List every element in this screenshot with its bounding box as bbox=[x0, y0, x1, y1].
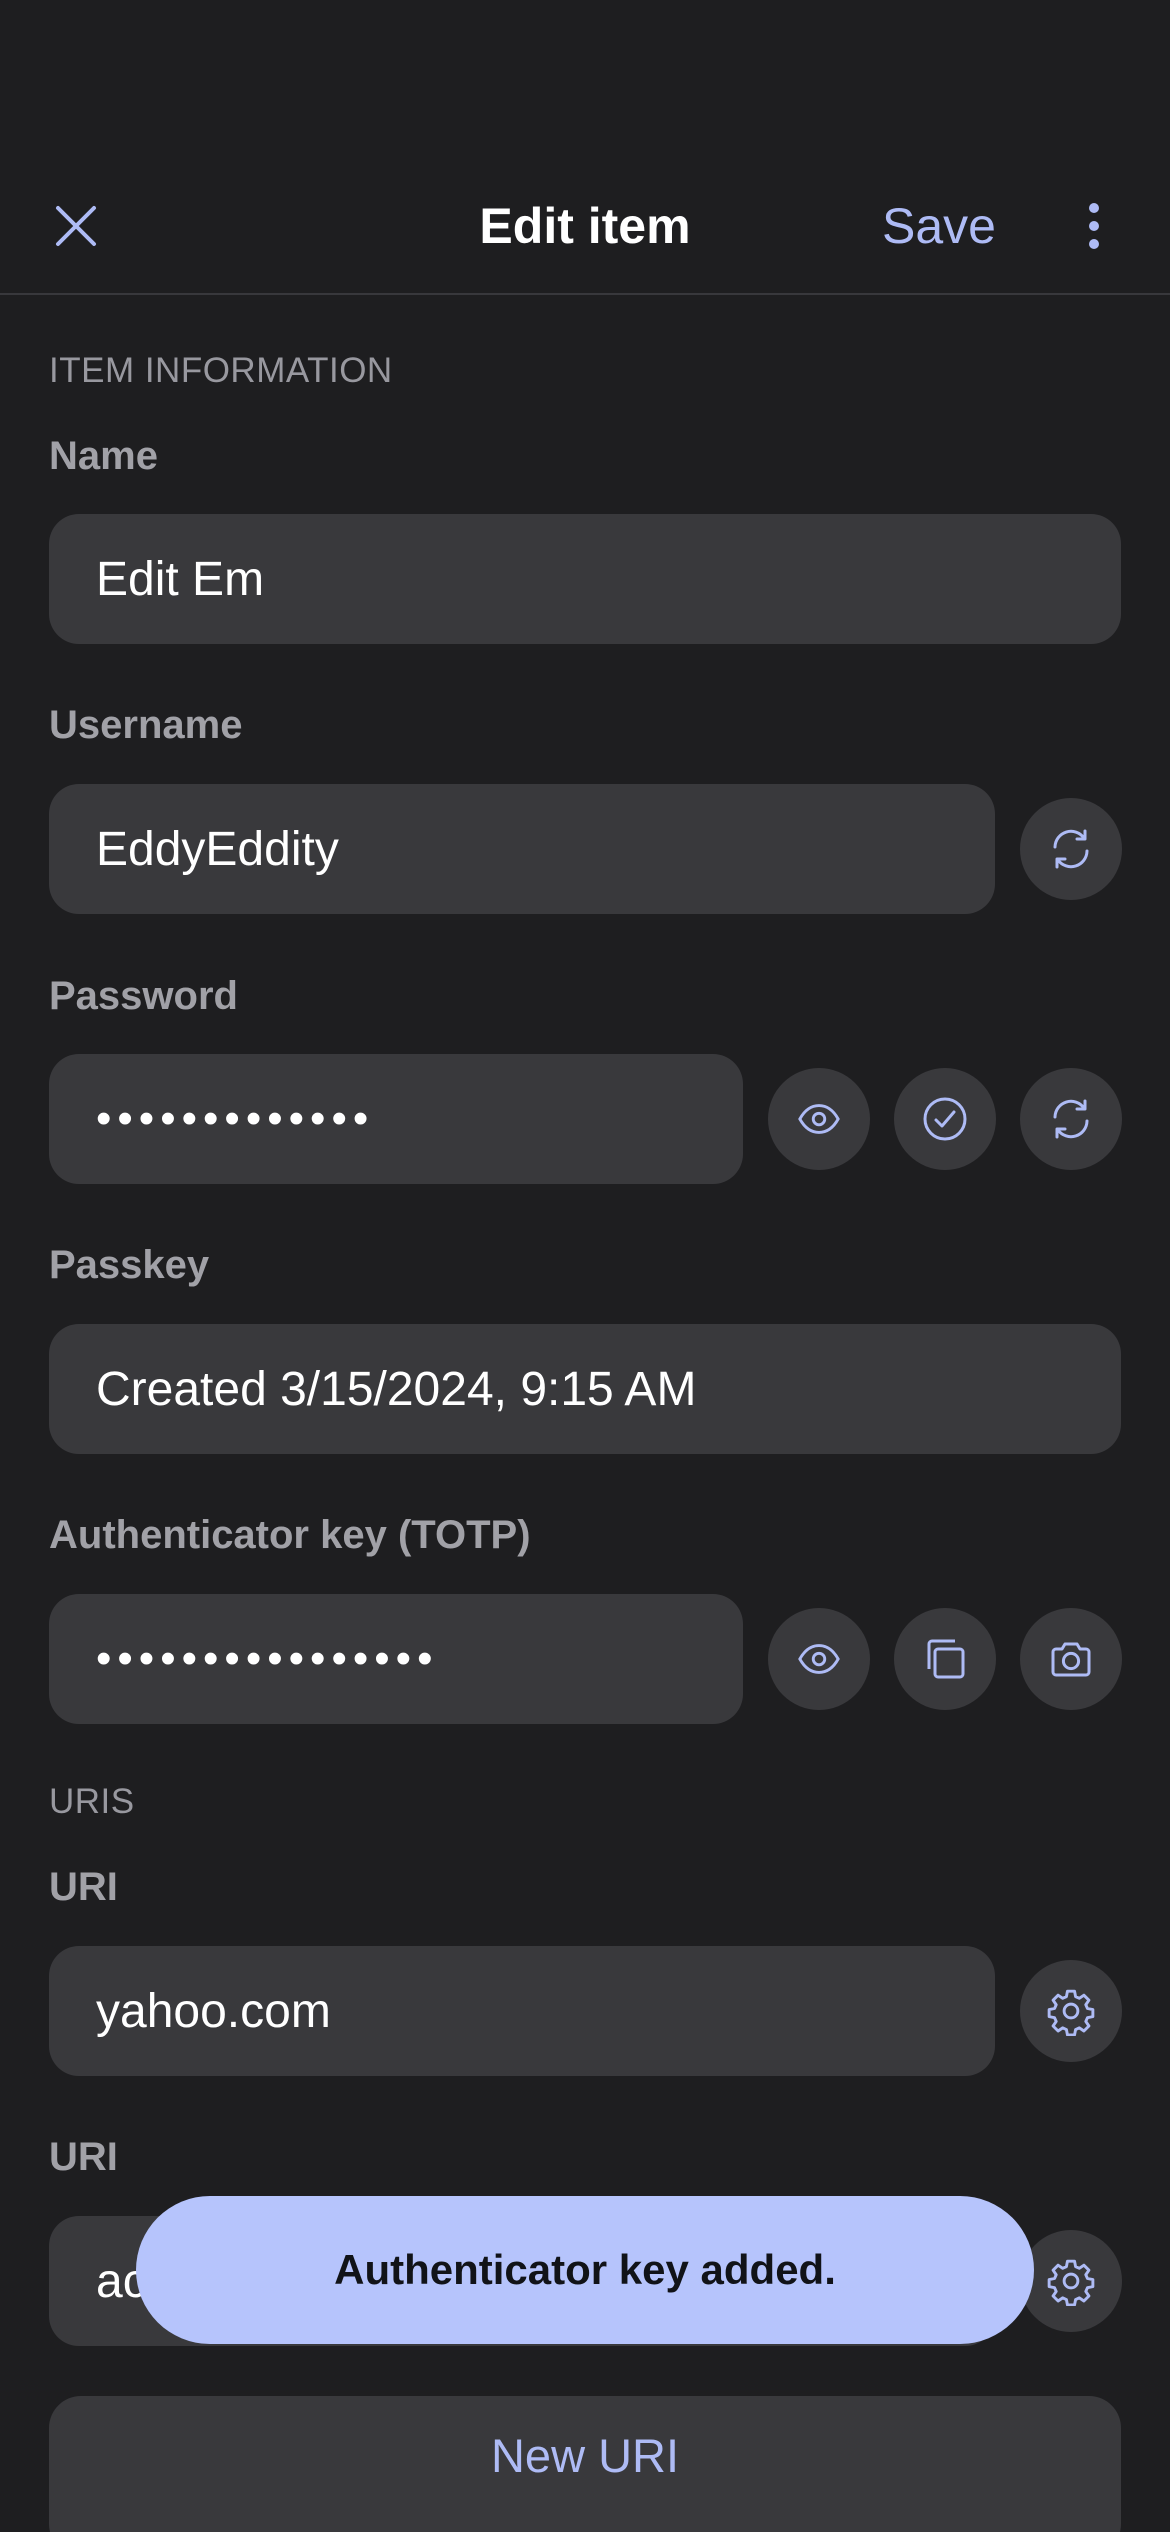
camera-icon bbox=[1047, 1635, 1095, 1683]
section-header-item-information: ITEM INFORMATION bbox=[49, 351, 393, 390]
refresh-icon bbox=[1047, 1095, 1095, 1143]
new-uri-button[interactable]: New URI bbox=[49, 2396, 1121, 2532]
uri-field[interactable]: yahoo.com bbox=[49, 1946, 995, 2076]
totp-label: Authenticator key (TOTP) bbox=[49, 1513, 531, 1557]
section-header-uris: URIS bbox=[49, 1782, 135, 1821]
totp-field[interactable]: •••••••••••••••• bbox=[49, 1594, 743, 1724]
passkey-field: Created 3/15/2024, 9:15 AM bbox=[49, 1324, 1121, 1454]
password-label: Password bbox=[49, 974, 238, 1018]
uri-label: URI bbox=[49, 1865, 118, 1909]
eye-icon bbox=[796, 1096, 842, 1142]
save-button[interactable]: Save bbox=[882, 196, 996, 256]
show-password-button[interactable] bbox=[768, 1068, 870, 1170]
username-label: Username bbox=[49, 703, 243, 747]
gear-icon bbox=[1046, 1986, 1096, 2036]
more-vertical-icon bbox=[1088, 202, 1100, 250]
toast-message: Authenticator key added. bbox=[136, 2196, 1034, 2344]
more-button[interactable] bbox=[1072, 196, 1116, 256]
name-label: Name bbox=[49, 434, 158, 478]
show-totp-button[interactable] bbox=[768, 1608, 870, 1710]
copy-icon bbox=[921, 1635, 969, 1683]
navigation-bar: Edit item Save bbox=[0, 0, 1170, 295]
username-field[interactable]: EddyEddity bbox=[49, 784, 995, 914]
generate-username-button[interactable] bbox=[1020, 798, 1122, 900]
eye-icon bbox=[796, 1636, 842, 1682]
generate-password-button[interactable] bbox=[1020, 1068, 1122, 1170]
refresh-icon bbox=[1047, 825, 1095, 873]
uri-label: URI bbox=[49, 2135, 118, 2179]
name-field[interactable]: Edit Em bbox=[49, 514, 1121, 644]
copy-totp-button[interactable] bbox=[894, 1608, 996, 1710]
uri-settings-button[interactable] bbox=[1020, 1960, 1122, 2062]
passkey-label: Passkey bbox=[49, 1243, 210, 1287]
check-circle-icon bbox=[921, 1095, 969, 1143]
uri-settings-button[interactable] bbox=[1020, 2230, 1122, 2332]
check-password-button[interactable] bbox=[894, 1068, 996, 1170]
gear-icon bbox=[1046, 2256, 1096, 2306]
scan-totp-button[interactable] bbox=[1020, 1608, 1122, 1710]
password-field[interactable]: ••••••••••••• bbox=[49, 1054, 743, 1184]
